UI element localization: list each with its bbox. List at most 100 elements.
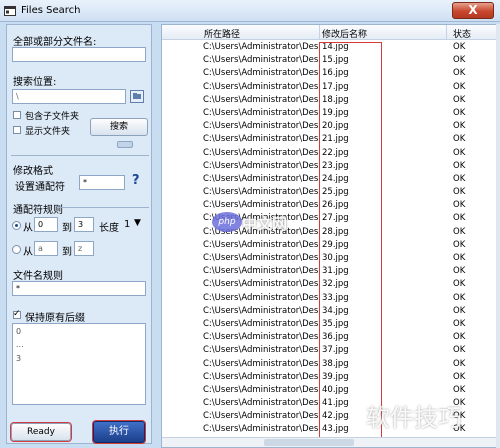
cell-status: OK (453, 94, 466, 105)
cell-path: C:\Users\Administrator\Desktop (203, 371, 319, 382)
table-row[interactable]: C:\Users\Administrator\Desktop39.jpg OK (162, 371, 499, 384)
table-row[interactable]: C:\Users\Administrator\Desktop25.jpg OK (162, 186, 499, 199)
table-row[interactable]: C:\Users\Administrator\Desktop22.jpg OK (162, 147, 499, 160)
cell-status: OK (453, 279, 466, 290)
cell-status: OK (453, 358, 466, 369)
cell-status: OK (453, 68, 466, 79)
search-button[interactable]: 搜索 (90, 118, 148, 136)
header-divider (446, 25, 447, 40)
cell-new-name: 16.jpg (322, 68, 349, 79)
table-row[interactable]: C:\Users\Administrator\Desktop18.jpg OK (162, 94, 499, 107)
chevron-down-icon[interactable]: ▼ (134, 218, 141, 228)
location-label: 搜索位置: (13, 77, 57, 88)
cell-new-name: 26.jpg (322, 200, 349, 211)
cell-path: C:\Users\Administrator\Desktop (203, 358, 319, 369)
cell-path: C:\Users\Administrator\Desktop (203, 107, 319, 118)
from-alpha-input[interactable]: a (34, 241, 58, 256)
filename-label: 全部或部分文件名: (13, 37, 97, 48)
keep-extension-checkbox[interactable] (13, 309, 21, 319)
show-folders-checkbox[interactable] (13, 126, 21, 134)
to-numeric-input[interactable]: 3 (74, 217, 94, 232)
divider (11, 155, 149, 156)
table-row[interactable]: C:\Users\Administrator\Desktop17.jpg OK (162, 81, 499, 94)
cell-path: C:\Users\Administrator\Desktop (203, 424, 319, 435)
to-label: 到 (62, 247, 72, 258)
horizontal-scrollbar[interactable] (162, 437, 499, 447)
column-header-new-name[interactable]: 修改后名称 (322, 27, 367, 40)
keep-extension-label: 保持原有后缀 (25, 313, 85, 324)
cell-path: C:\Users\Administrator\Desktop (203, 318, 319, 329)
table-row[interactable]: C:\Users\Administrator\Desktop31.jpg OK (162, 265, 499, 278)
wildcard-rule-label: 通配符规则 (13, 205, 63, 216)
table-row[interactable]: C:\Users\Administrator\Desktop33.jpg OK (162, 292, 499, 305)
table-row[interactable]: C:\Users\Administrator\Desktop32.jpg OK (162, 278, 499, 291)
cell-new-name: 33.jpg (322, 292, 349, 303)
cell-new-name: 34.jpg (322, 305, 349, 316)
close-button[interactable]: X (452, 2, 494, 19)
cell-path: C:\Users\Administrator\Desktop (203, 398, 319, 409)
execute-button[interactable]: 执行 (93, 421, 145, 443)
cell-path: C:\Users\Administrator\Desktop (203, 187, 319, 198)
table-row[interactable]: C:\Users\Administrator\Desktop35.jpg OK (162, 318, 499, 331)
vertical-scrollbar[interactable] (496, 24, 500, 448)
cell-path: C:\Users\Administrator\Desktop (203, 55, 319, 66)
table-row[interactable]: C:\Users\Administrator\Desktop37.jpg OK (162, 344, 499, 357)
column-header-status[interactable]: 状态 (453, 27, 471, 40)
name-rule-label: 文件名规则 (13, 271, 63, 282)
divider (57, 207, 149, 208)
table-row[interactable]: C:\Users\Administrator\Desktop38.jpg OK (162, 358, 499, 371)
cell-status: OK (453, 134, 466, 145)
name-rule-input[interactable]: * (12, 281, 146, 296)
table-row[interactable]: C:\Users\Administrator\Desktop15.jpg OK (162, 54, 499, 67)
table-row[interactable]: C:\Users\Administrator\Desktop19.jpg OK (162, 107, 499, 120)
status-button[interactable]: Ready (11, 423, 71, 441)
cell-status: OK (453, 371, 466, 382)
table-row[interactable]: C:\Users\Administrator\Desktop36.jpg OK (162, 331, 499, 344)
filename-input[interactable] (12, 47, 146, 62)
table-row[interactable]: C:\Users\Administrator\Desktop26.jpg OK (162, 199, 499, 212)
cell-new-name: 30.jpg (322, 253, 349, 263)
length-select[interactable]: 1 (124, 219, 130, 230)
cell-status: OK (453, 305, 466, 316)
table-row[interactable]: C:\Users\Administrator\Desktop14.jpg OK (162, 41, 499, 54)
table-row[interactable]: C:\Users\Administrator\Desktop40.jpg OK (162, 384, 499, 397)
cell-status: OK (453, 81, 466, 92)
help-icon[interactable]: ? (132, 173, 140, 188)
cell-path: C:\Users\Administrator\Desktop (203, 239, 319, 250)
table-row[interactable]: C:\Users\Administrator\Desktop20.jpg OK (162, 120, 499, 133)
table-row[interactable]: C:\Users\Administrator\Desktop21.jpg OK (162, 133, 499, 146)
cell-new-name: 14.jpg (322, 42, 349, 52)
cell-path: C:\Users\Administrator\Desktop (203, 147, 319, 158)
range-numeric-radio[interactable] (12, 221, 21, 230)
cell-path: C:\Users\Administrator\Desktop (203, 121, 319, 132)
cell-path: C:\Users\Administrator\Desktop (203, 384, 319, 395)
cell-status: OK (453, 332, 466, 343)
table-row[interactable]: C:\Users\Administrator\Desktop34.jpg OK (162, 305, 499, 318)
cell-path: C:\Users\Administrator\Desktop (203, 305, 319, 316)
range-alpha-radio[interactable] (12, 245, 21, 254)
cell-path: C:\Users\Administrator\Desktop (203, 160, 319, 171)
to-alpha-input[interactable]: z (74, 241, 94, 256)
cell-new-name: 28.jpg (322, 226, 349, 237)
cell-status: OK (453, 239, 466, 250)
cell-status: OK (453, 173, 466, 184)
window-title: Files Search (21, 5, 81, 16)
cell-path: C:\Users\Administrator\Desktop (203, 279, 319, 290)
table-row[interactable]: C:\Users\Administrator\Desktop23.jpg OK (162, 160, 499, 173)
folder-browse-icon[interactable] (130, 90, 144, 103)
table-row[interactable]: C:\Users\Administrator\Desktop29.jpg OK (162, 239, 499, 252)
cell-status: OK (453, 266, 466, 277)
splitter-handle[interactable] (117, 141, 133, 148)
cell-new-name: 31.jpg (322, 266, 349, 277)
column-header-path[interactable]: 所在路径 (204, 27, 240, 40)
location-input[interactable]: \ (12, 89, 126, 104)
table-row[interactable]: C:\Users\Administrator\Desktop30.jpg OK (162, 252, 499, 265)
from-numeric-input[interactable]: 0 (34, 217, 58, 232)
cell-path: C:\Users\Administrator\Desktop (203, 173, 319, 184)
table-row[interactable]: C:\Users\Administrator\Desktop16.jpg OK (162, 67, 499, 80)
table-row[interactable]: C:\Users\Administrator\Desktop24.jpg OK (162, 173, 499, 186)
include-subfolders-checkbox[interactable] (13, 111, 21, 119)
scroll-thumb[interactable] (264, 439, 354, 446)
cell-status: OK (453, 42, 466, 52)
wildcard-input[interactable]: * (79, 175, 125, 190)
